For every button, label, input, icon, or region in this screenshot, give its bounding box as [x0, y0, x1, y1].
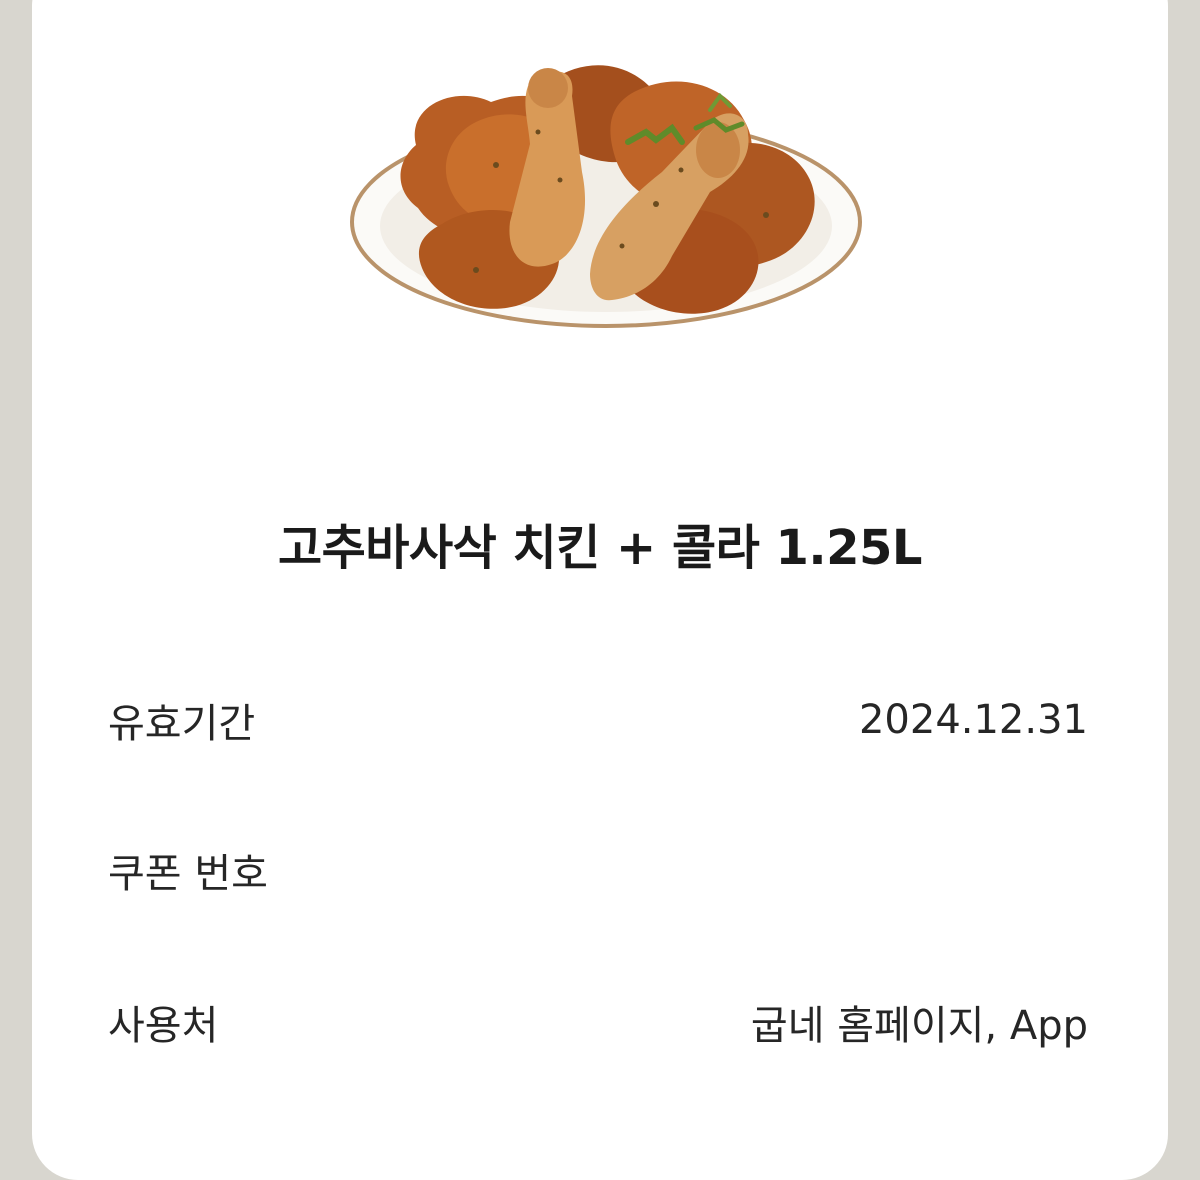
- fried-chicken-image: [350, 65, 862, 328]
- coupon-number-row: 쿠폰 번호: [108, 840, 1088, 900]
- coupon-number-label: 쿠폰 번호: [108, 851, 268, 897]
- coupon-card: 고추바사삭 치킨 + 콜라 1.25L 유효기간 2024.12.31 쿠폰 번…: [32, 0, 1168, 1180]
- usage-row: 사용처 굽네 홈페이지, App: [108, 992, 1088, 1052]
- usage-value: 굽네 홈페이지, App: [750, 1003, 1088, 1049]
- validity-label: 유효기간: [108, 701, 256, 747]
- coupon-number-value: [948, 850, 1088, 890]
- validity-value: 2024.12.31: [858, 697, 1088, 743]
- validity-row: 유효기간 2024.12.31: [108, 690, 1088, 750]
- usage-label: 사용처: [108, 1003, 219, 1049]
- product-title: 고추바사삭 치킨 + 콜라 1.25L: [277, 520, 923, 576]
